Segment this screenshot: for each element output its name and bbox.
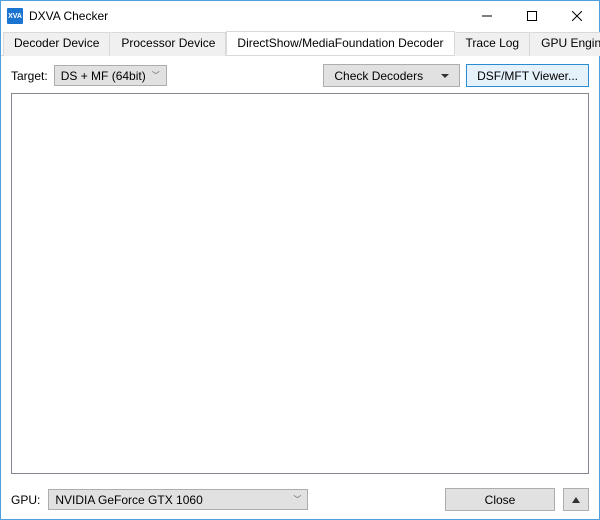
chevron-down-icon: ﹀ <box>152 70 160 81</box>
window-title: DXVA Checker <box>29 9 464 23</box>
window-controls <box>464 1 599 31</box>
dropdown-arrow-icon <box>441 74 449 78</box>
triangle-up-icon <box>572 497 580 503</box>
titlebar: XVA DXVA Checker <box>1 1 599 31</box>
target-dropdown-value: DS + MF (64bit) <box>61 69 146 83</box>
tab-processor-device[interactable]: Processor Device <box>110 32 226 56</box>
app-icon: XVA <box>7 8 23 24</box>
chevron-down-icon: ﹀ <box>293 494 301 505</box>
tab-strip: Decoder Device Processor Device DirectSh… <box>1 31 599 56</box>
close-window-button[interactable] <box>554 1 599 31</box>
tab-gpu-engine-usage[interactable]: GPU Engine Usage <box>530 32 600 56</box>
maximize-button[interactable] <box>509 1 554 31</box>
minimize-button[interactable] <box>464 1 509 31</box>
decoder-list-area[interactable] <box>11 93 589 474</box>
expand-up-button[interactable] <box>563 488 589 511</box>
app-window: XVA DXVA Checker Decoder Device Processo… <box>0 0 600 520</box>
dsf-mft-viewer-button[interactable]: DSF/MFT Viewer... <box>466 64 589 87</box>
gpu-label: GPU: <box>11 493 40 507</box>
footer: GPU: NVIDIA GeForce GTX 1060 ﹀ Close <box>1 482 599 519</box>
tab-decoder-device[interactable]: Decoder Device <box>3 32 110 56</box>
toolbar: Target: DS + MF (64bit) ﹀ Check Decoders… <box>1 56 599 93</box>
gpu-dropdown-value: NVIDIA GeForce GTX 1060 <box>55 493 202 507</box>
check-decoders-label: Check Decoders <box>334 69 423 83</box>
close-button[interactable]: Close <box>445 488 555 511</box>
gpu-dropdown[interactable]: NVIDIA GeForce GTX 1060 ﹀ <box>48 489 308 510</box>
tab-directshow-mediafoundation-decoder[interactable]: DirectShow/MediaFoundation Decoder <box>226 31 454 55</box>
close-button-label: Close <box>485 493 516 507</box>
target-label: Target: <box>11 69 48 83</box>
check-decoders-button[interactable]: Check Decoders <box>323 64 460 87</box>
dsf-mft-viewer-label: DSF/MFT Viewer... <box>477 69 578 83</box>
target-dropdown[interactable]: DS + MF (64bit) ﹀ <box>54 65 167 86</box>
tab-trace-log[interactable]: Trace Log <box>455 32 531 56</box>
